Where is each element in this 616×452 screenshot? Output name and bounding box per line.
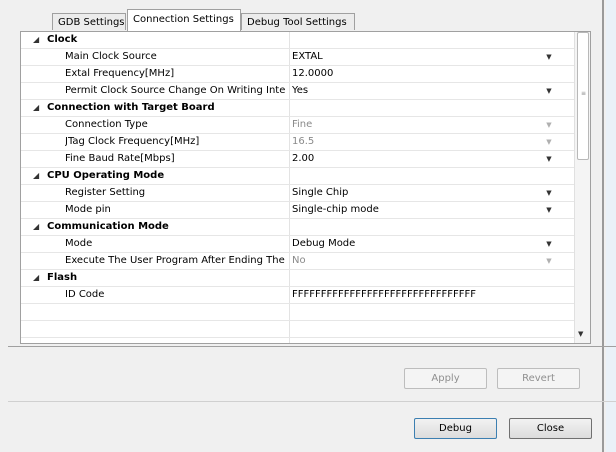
scroll-down-arrow-icon[interactable]: ▼ — [578, 330, 583, 338]
property-row[interactable]: JTag Clock Frequency[MHz] 16.5 ▼ — [21, 134, 574, 151]
category-label: Clock — [47, 34, 78, 45]
property-value[interactable]: Single Chip — [292, 185, 527, 201]
revert-button[interactable]: Revert — [497, 368, 580, 389]
category-row-flash[interactable]: ◢ Flash — [21, 270, 574, 287]
category-label: Connection with Target Board — [47, 102, 215, 113]
vertical-scrollbar[interactable]: ≡ ▼ — [574, 32, 590, 343]
category-row-cpu-mode[interactable]: ◢ CPU Operating Mode — [21, 168, 574, 185]
property-row[interactable]: Execute The User Program After Ending Th… — [21, 253, 574, 270]
property-value[interactable]: Yes — [292, 83, 527, 99]
property-row[interactable]: Connection Type Fine ▼ — [21, 117, 574, 134]
tab-debug-tool-settings[interactable]: Debug Tool Settings — [241, 13, 355, 30]
window-border — [602, 0, 604, 452]
dropdown-arrow-icon: ▼ — [546, 138, 552, 146]
property-value: No — [292, 255, 306, 266]
property-value[interactable]: Single-chip mode — [292, 202, 527, 218]
property-row[interactable]: Fine Baud Rate[Mbps] 2.00 ▼ — [21, 151, 574, 168]
category-row-communication[interactable]: ◢ Communication Mode — [21, 219, 574, 236]
scroll-grip-icon: ≡ — [581, 90, 587, 97]
property-row[interactable]: Mode pin Single-chip mode ▼ — [21, 202, 574, 219]
dropdown-arrow-icon[interactable]: ▼ — [543, 236, 555, 252]
dropdown-arrow-icon: ▼ — [546, 121, 552, 129]
tab-gdb-settings[interactable]: GDB Settings — [52, 13, 126, 30]
collapse-triangle-icon[interactable]: ◢ — [33, 32, 39, 48]
revert-label: Revert — [522, 373, 555, 384]
property-row[interactable]: Permit Clock Source Change On Writing In… — [21, 83, 574, 100]
dropdown-arrow-icon[interactable]: ▼ — [543, 202, 555, 218]
tab-connection-settings[interactable]: Connection Settings — [127, 9, 241, 31]
apply-button[interactable]: Apply — [404, 368, 487, 389]
category-label: Flash — [47, 272, 78, 283]
dropdown-arrow-icon[interactable]: ▼ — [543, 49, 555, 65]
window-background-edge — [606, 0, 616, 452]
empty-row — [21, 304, 574, 321]
close-button[interactable]: Close — [509, 418, 592, 439]
divider — [8, 346, 616, 347]
category-label: Communication Mode — [47, 221, 169, 232]
collapse-triangle-icon[interactable]: ◢ — [33, 270, 39, 286]
debug-button[interactable]: Debug — [414, 418, 497, 439]
category-row-connection[interactable]: ◢ Connection with Target Board — [21, 100, 574, 117]
dropdown-arrow-icon[interactable]: ▼ — [543, 83, 555, 99]
property-value[interactable]: Debug Mode — [292, 236, 527, 252]
property-grid: ◢ Clock Main Clock Source EXTAL ▼ Extal … — [20, 31, 591, 344]
property-row[interactable]: ID Code FFFFFFFFFFFFFFFFFFFFFFFFFFFFFFFF — [21, 287, 574, 304]
collapse-triangle-icon[interactable]: ◢ — [33, 168, 39, 184]
dropdown-arrow-icon[interactable]: ▼ — [543, 185, 555, 201]
apply-label: Apply — [431, 373, 460, 384]
property-value[interactable]: EXTAL — [292, 49, 527, 65]
property-value[interactable]: 2.00 — [292, 151, 527, 167]
empty-row — [21, 321, 574, 338]
property-value[interactable]: FFFFFFFFFFFFFFFFFFFFFFFFFFFFFFFF — [292, 287, 527, 303]
dropdown-arrow-icon[interactable]: ▼ — [543, 151, 555, 167]
scrollbar-thumb[interactable]: ≡ — [577, 32, 589, 160]
property-value: Fine — [292, 119, 313, 130]
property-row[interactable]: Main Clock Source EXTAL ▼ — [21, 49, 574, 66]
category-row-clock[interactable]: ◢ Clock — [21, 32, 574, 49]
property-value[interactable]: 12.0000 — [292, 66, 527, 82]
property-row[interactable]: Extal Frequency[MHz] 12.0000 — [21, 66, 574, 83]
category-label: CPU Operating Mode — [47, 170, 165, 181]
dropdown-arrow-icon: ▼ — [546, 257, 552, 265]
property-row[interactable]: Register Setting Single Chip ▼ — [21, 185, 574, 202]
close-label: Close — [536, 423, 565, 434]
property-row[interactable]: Mode Debug Mode ▼ — [21, 236, 574, 253]
collapse-triangle-icon[interactable]: ◢ — [33, 100, 39, 116]
debug-label: Debug — [439, 423, 472, 434]
divider — [8, 401, 616, 402]
property-value: 16.5 — [292, 136, 315, 147]
collapse-triangle-icon[interactable]: ◢ — [33, 219, 39, 235]
